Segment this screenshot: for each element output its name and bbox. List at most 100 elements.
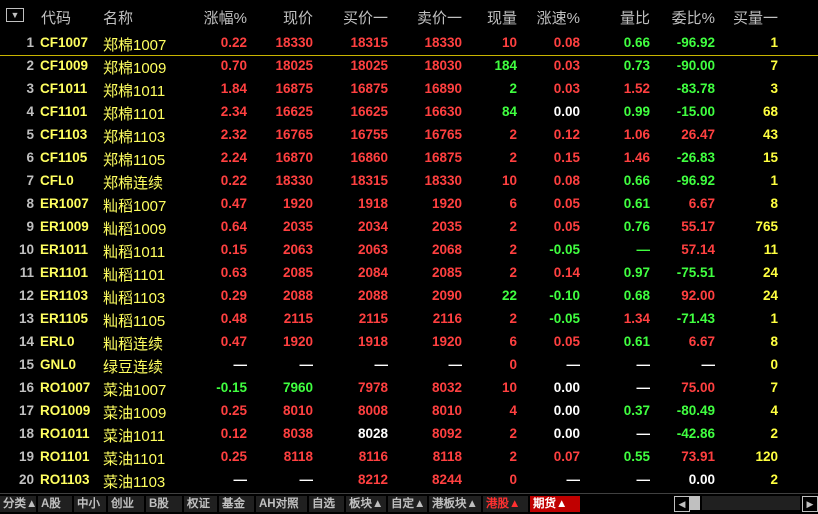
quote-grid: ▼ 代码 名称 涨幅% 现价 买价一 卖价一 现量 涨速% 量比 委比% 买量一… [0,0,818,493]
cell-volume: 6 [509,196,517,211]
cell-volume: 10 [501,380,517,395]
cell-order-ratio: -83.78 [676,81,715,96]
tab-11[interactable]: 港板块▲ [429,496,481,512]
cell-speed-pct: 0.07 [553,449,580,464]
table-row[interactable]: 11 ER1101 籼稻1101 0.63 2085 2084 2085 2 0.14 0.97 -… [0,262,818,285]
table-row[interactable]: 15 GNL0 绿豆连续 — — — — 0 — — — 0 [0,354,818,377]
cell-change-pct: 0.48 [220,311,247,326]
row-index: 1 [26,35,34,50]
table-row[interactable]: 20 RO1103 菜油1103 — — 8212 8244 0 — — 0.00 2 [0,469,818,492]
table-row[interactable]: 18 RO1011 菜油1011 0.12 8038 8028 8092 2 0.00 — -42.… [0,423,818,446]
contract-code: CF1101 [40,104,88,119]
cell-change-pct: 0.12 [220,426,247,441]
cell-speed-pct: — [566,357,581,372]
cell-volume: 6 [509,334,517,349]
row-index: 11 [19,265,34,280]
table-row[interactable]: 10 ER1011 籼稻1011 0.15 2063 2063 2068 2 -0.05 — 57.… [0,239,818,262]
contract-code: CF1105 [40,150,88,165]
table-row[interactable]: 17 RO1009 菜油1009 0.25 8010 8008 8010 4 0.00 0.37 -… [0,400,818,423]
table-row[interactable]: 9 ER1009 籼稻1009 0.64 2035 2034 2035 2 0.05 0.76 55… [0,216,818,239]
cell-volume-ratio: 1.06 [623,127,650,142]
tab-5[interactable]: 权证 [184,496,217,512]
scroll-right-icon[interactable]: ▶ [802,496,818,512]
cell-order-ratio: 6.67 [688,334,715,349]
cell-ask1: 2068 [431,242,462,257]
header-name[interactable]: 名称 [103,7,133,28]
tab-0[interactable]: 分类▲ [0,496,37,512]
cell-bid-volume1: 4 [770,403,778,418]
header-bid1[interactable]: 买价一 [343,7,388,28]
header-order-ratio[interactable]: 委比% [672,7,715,28]
contract-code: ER1101 [40,265,89,280]
table-row[interactable]: 6 CF1105 郑棉1105 2.24 16870 16860 16875 2 0.15 1.4… [0,147,818,170]
tab-9[interactable]: 板块▲ [346,496,386,512]
cell-bid1: 2063 [357,242,388,257]
header-bid-volume1[interactable]: 买量一 [733,7,778,28]
table-row[interactable]: 13 ER1105 籼稻1105 0.48 2115 2115 2116 2 -0.05 1.34… [0,308,818,331]
cell-ask1: 8244 [431,472,462,487]
contract-code: CF1103 [40,127,88,142]
cell-speed-pct: 0.03 [553,81,580,96]
cell-bid1: 7978 [357,380,388,395]
tab-7[interactable]: AH对照 [256,496,307,512]
cell-bid1: 2034 [357,219,388,234]
table-row[interactable]: 12 ER1103 籼稻1103 0.29 2088 2088 2090 22 -0.10 0.6… [0,285,818,308]
contract-name: 籼稻1011 [103,244,166,261]
dropdown-icon[interactable]: ▼ [6,8,24,22]
cell-order-ratio: -75.51 [676,265,715,280]
cell-bid-volume1: 765 [755,219,778,234]
table-row[interactable]: 3 CF1011 郑棉1011 1.84 16875 16875 16890 2 0.03 1.5… [0,78,818,101]
cell-bid-volume1: 120 [755,449,778,464]
cell-speed-pct: 0.15 [553,150,580,165]
cell-price: 2035 [282,219,313,234]
table-row[interactable]: 16 RO1007 菜油1007 -0.15 7960 7978 8032 10 0.00 — 75… [0,377,818,400]
table-row[interactable]: 5 CF1103 郑棉1103 2.32 16765 16755 16765 2 0.12 1.0… [0,124,818,147]
table-row[interactable]: 1 CF1007 郑棉1007 0.22 18330 18315 18330 10 0.08 0.… [0,32,818,56]
tab-3[interactable]: 创业 [108,496,144,512]
contract-name: 郑棉连续 [103,175,164,192]
cell-change-pct: 0.64 [220,219,247,234]
tab-2[interactable]: 中小 [74,496,106,512]
table-row[interactable]: 8 ER1007 籼稻1007 0.47 1920 1918 1920 6 0.05 0.61 6.… [0,193,818,216]
contract-code: ERL0 [40,334,75,349]
table-row[interactable]: 14 ERL0 籼稻连续 0.47 1920 1918 1920 6 0.05 0.61 6.67 8 [0,331,818,354]
header-price[interactable]: 现价 [283,7,313,28]
contract-code: ER1009 [40,219,89,234]
scroll-left-icon[interactable]: ◀ [674,496,690,512]
cell-price: 16875 [275,81,313,96]
row-index: 15 [18,357,34,372]
cell-bid1: 18315 [350,173,388,188]
cell-volume: 184 [494,58,517,73]
cell-bid-volume1: 2 [770,426,778,441]
cell-volume-ratio: 1.34 [623,311,650,326]
cell-volume: 2 [509,127,517,142]
header-change-pct[interactable]: 涨幅% [204,7,247,28]
tab-6[interactable]: 基金 [219,496,254,512]
tab-12[interactable]: 港股▲ [483,496,528,512]
table-row[interactable]: 19 RO1101 菜油1101 0.25 8118 8116 8118 2 0.07 0.55 7… [0,446,818,469]
row-index: 18 [18,426,34,441]
cell-order-ratio: 57.14 [681,242,715,257]
table-row[interactable]: 2 CF1009 郑棉1009 0.70 18025 18025 18030 184 0.03 0… [0,55,818,78]
cell-bid-volume1: 11 [763,242,778,257]
header-volume-ratio[interactable]: 量比 [620,7,650,28]
table-row[interactable]: 7 CFL0 郑棉连续 0.22 18330 18315 18330 10 0.08 0.66 -9… [0,170,818,193]
tab-8[interactable]: 自选 [309,496,344,512]
header-code[interactable]: 代码 [41,7,71,28]
tab-10[interactable]: 自定▲ [388,496,427,512]
header-speed-pct[interactable]: 涨速% [537,7,580,28]
cell-speed-pct: 0.14 [553,265,580,280]
tab-13[interactable]: 期货▲ [530,496,580,512]
cell-change-pct: 0.25 [220,403,247,418]
scrollbar-track[interactable] [702,496,800,510]
row-index: 10 [18,242,34,257]
tab-4[interactable]: B股 [146,496,182,512]
table-row[interactable]: 4 CF1101 郑棉1101 2.34 16625 16625 16630 84 0.00 0.… [0,101,818,124]
tab-1[interactable]: A股 [38,496,72,512]
contract-name: 郑棉1103 [103,129,166,146]
header-ask1[interactable]: 卖价一 [417,7,462,28]
header-volume[interactable]: 现量 [487,7,517,28]
scrollbar-thumb[interactable] [690,496,700,510]
cell-volume-ratio: 0.55 [623,449,650,464]
cell-bid-volume1: 7 [770,58,778,73]
